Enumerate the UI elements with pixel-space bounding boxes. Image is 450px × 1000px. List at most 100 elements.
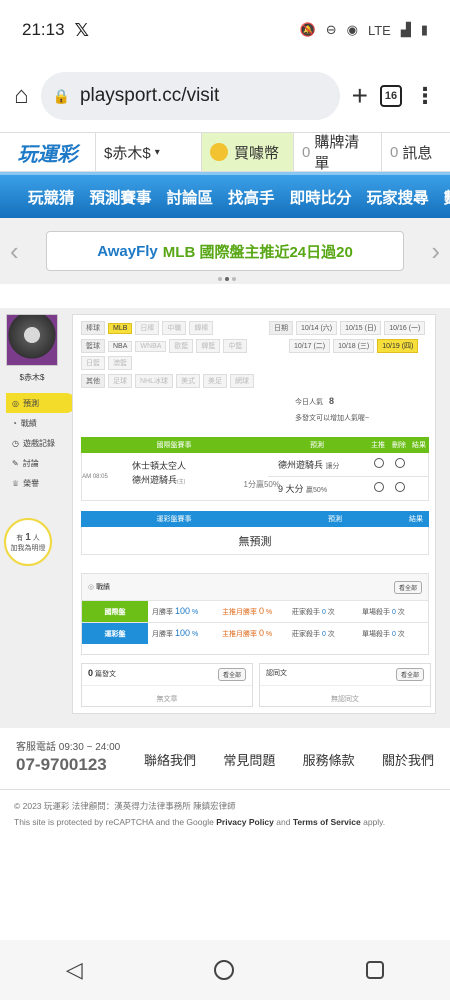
banner-text: MLB 國際盤主推近24日過20 bbox=[162, 243, 353, 261]
browser-toolbar: ⌂ 🔒 playsport.cc/visit + 16 ⋮ bbox=[0, 60, 450, 132]
buy-coins-button[interactable]: 買噱幣 bbox=[202, 133, 294, 171]
record-view-all-button[interactable]: 看全部 bbox=[393, 580, 422, 594]
date-option-selected[interactable]: 10/19 (四) bbox=[377, 339, 419, 353]
sidebar-item-honor[interactable]: ♕ 榮譽 bbox=[6, 473, 58, 493]
banner-brand: AwayFly bbox=[97, 242, 158, 260]
filter-cn-basket[interactable]: 中籃 bbox=[223, 339, 248, 353]
intl-prediction-table: 國際盤賽事 預測 主推 刪除 結果 AM 08:05 休士頓太空人 德州遊騎兵(… bbox=[81, 437, 429, 501]
footer-link-faq[interactable]: 常見問題 bbox=[223, 750, 275, 769]
site-info-icon[interactable]: 🔒 bbox=[53, 88, 70, 105]
carousel-prev-icon[interactable]: ‹ bbox=[10, 236, 19, 267]
tab-switcher-button[interactable]: 16 bbox=[380, 85, 402, 107]
menu-item-experts[interactable]: 找高手 bbox=[228, 186, 275, 208]
recents-icon[interactable] bbox=[366, 961, 385, 979]
site-logo[interactable]: 玩運彩 bbox=[0, 133, 96, 171]
status-bar: 21:13 𝕏 🔕 ⊖ ◉ LTE ▟ ▮ bbox=[0, 0, 450, 60]
posts-view-all-button[interactable]: 看全部 bbox=[217, 668, 246, 681]
dnd-icon: ⊖ bbox=[325, 22, 337, 37]
filter-wnba[interactable]: WNBA bbox=[135, 340, 167, 352]
filter-soccer[interactable]: 足球 bbox=[108, 374, 132, 388]
main-pick-radio[interactable] bbox=[374, 458, 384, 469]
col-lottery-match: 運彩盤賽事 bbox=[156, 516, 192, 523]
system-nav-bar: ◁ bbox=[0, 940, 450, 1000]
carousel-next-icon[interactable]: › bbox=[431, 236, 440, 267]
privacy-link[interactable]: Privacy Policy bbox=[216, 817, 274, 827]
carousel-dots bbox=[218, 277, 236, 281]
sidebar-item-discuss[interactable]: ✎ 討論 bbox=[6, 453, 58, 473]
filter-au-basket[interactable]: 澳籃 bbox=[108, 356, 132, 370]
filter-nfl[interactable]: 美足 bbox=[203, 374, 228, 388]
endorsed-empty: 無認同文 bbox=[331, 696, 359, 703]
footer-link-contact[interactable]: 聯絡我們 bbox=[144, 750, 196, 769]
filter-american[interactable]: 美式 bbox=[176, 374, 201, 388]
purchase-list-link[interactable]: 0 購牌清單 bbox=[294, 133, 382, 172]
date-option[interactable]: 10/18 (三) bbox=[333, 339, 375, 353]
filter-nba[interactable]: NBA bbox=[108, 340, 133, 352]
profile-content: $赤木$ ◎ 預測 ◔ 戰績 ◷ 遊戲記錄 ✎ 討論 ♕ 榮譽 有 1 人 加我為明燈 棒… bbox=[0, 308, 450, 728]
filter-kor-basket[interactable]: 韓籃 bbox=[196, 339, 221, 353]
network-label: LTE bbox=[367, 22, 391, 38]
sidebar-item-predict[interactable]: ◎ 預測 bbox=[6, 393, 76, 413]
endorsed-posts-box: 認同文 看全部 無認同文 bbox=[259, 663, 431, 707]
footer-link-about[interactable]: 關於我們 bbox=[382, 750, 434, 769]
filter-label-other: 其他 bbox=[81, 374, 105, 388]
promo-banner[interactable]: AwayFly MLB 國際盤主推近24日過20 bbox=[46, 231, 404, 271]
filter-tennis[interactable]: 網球 bbox=[230, 374, 255, 388]
delete-radio[interactable] bbox=[395, 458, 405, 469]
filter-jp-basket[interactable]: 日籃 bbox=[81, 356, 105, 370]
back-icon[interactable]: ◁ bbox=[66, 957, 83, 983]
date-label: 日期 bbox=[269, 321, 293, 335]
avatar bbox=[6, 314, 58, 366]
address-bar[interactable]: 🔒 playsport.cc/visit bbox=[40, 72, 340, 120]
date-option[interactable]: 10/15 (日) bbox=[340, 321, 382, 335]
more-menu-icon[interactable]: ⋮ bbox=[414, 83, 436, 109]
popularity-value: 8 bbox=[328, 396, 334, 406]
comment-icon: ✎ bbox=[12, 458, 19, 468]
user-menu[interactable]: $赤木$ ▾ bbox=[96, 133, 202, 171]
sidebar-item-record[interactable]: ◔ 戰績 bbox=[6, 413, 58, 433]
site-top-nav: 玩運彩 $赤木$ ▾ 買噱幣 0 購牌清單 0 訊息 bbox=[0, 132, 450, 172]
filter-mlb[interactable]: MLB bbox=[108, 322, 133, 334]
date-option[interactable]: 10/17 (二) bbox=[289, 339, 331, 353]
endorsed-label: 認同文 bbox=[266, 670, 287, 677]
footer-link-terms[interactable]: 服務條款 bbox=[303, 750, 355, 769]
filter-nhl[interactable]: NHL冰球 bbox=[135, 374, 174, 388]
promo-carousel: ‹ AwayFly MLB 國際盤主推近24日過20 › bbox=[0, 218, 450, 284]
phone-number[interactable]: 07-9700123 bbox=[16, 755, 144, 775]
col-intl-main: 主推 bbox=[371, 442, 385, 449]
popularity-label: 今日人氣 bbox=[295, 399, 323, 406]
menu-item-data[interactable]: 數據 bbox=[444, 186, 450, 208]
col-intl-match: 國際盤賽事 bbox=[156, 442, 192, 449]
sidebar-item-game-log[interactable]: ◷ 遊戲記錄 bbox=[6, 433, 58, 453]
fan-lamp[interactable]: 有 1 人 加我為明燈 bbox=[4, 518, 52, 566]
menu-item-play[interactable]: 玩競猜 bbox=[28, 186, 75, 208]
filter-kbo[interactable]: 韓棒 bbox=[189, 321, 214, 335]
menu-item-forum[interactable]: 討論區 bbox=[167, 186, 214, 208]
menu-item-player-search[interactable]: 玩家搜尋 bbox=[367, 186, 429, 208]
chart-icon: ◔ bbox=[12, 418, 17, 428]
popularity-box: 今日人氣 8 多發文可以增加人氣喔~ bbox=[295, 393, 369, 427]
lottery-win-rate: 100 bbox=[174, 628, 190, 638]
filter-euro-basket[interactable]: 歐籃 bbox=[169, 339, 194, 353]
delete-radio[interactable] bbox=[395, 482, 405, 493]
menu-item-live-score[interactable]: 即時比分 bbox=[290, 186, 352, 208]
battery-icon: ▮ bbox=[420, 22, 428, 37]
table-row: AM 08:05 休士頓太空人 德州遊騎兵(主) 1分贏50% 德州遊騎兵 讓分… bbox=[81, 453, 429, 501]
date-option[interactable]: 10/14 (六) bbox=[296, 321, 338, 335]
messages-link[interactable]: 0 訊息 bbox=[382, 133, 440, 171]
new-tab-icon[interactable]: + bbox=[352, 80, 368, 112]
message-label: 訊息 bbox=[402, 144, 433, 162]
home-button-icon[interactable] bbox=[214, 960, 235, 980]
filter-cpbl[interactable]: 中職 bbox=[162, 321, 187, 335]
message-count: 0 bbox=[390, 143, 399, 161]
terms-link[interactable]: Terms of Service bbox=[293, 817, 361, 827]
menu-item-predict[interactable]: 預測賽事 bbox=[90, 186, 152, 208]
endorsed-view-all-button[interactable]: 看全部 bbox=[395, 668, 424, 681]
home-icon[interactable]: ⌂ bbox=[14, 82, 29, 110]
profile-sidebar: $赤木$ ◎ 預測 ◔ 戰績 ◷ 遊戲記錄 ✎ 討論 ♕ 榮譽 bbox=[6, 314, 76, 493]
main-pick-radio[interactable] bbox=[374, 482, 384, 493]
filter-npb[interactable]: 日棒 bbox=[135, 321, 160, 335]
signal-icon: ▟ bbox=[400, 22, 411, 37]
pick-spread: 德州遊騎兵 讓分 bbox=[278, 459, 340, 470]
date-option[interactable]: 10/16 (一) bbox=[384, 321, 426, 335]
